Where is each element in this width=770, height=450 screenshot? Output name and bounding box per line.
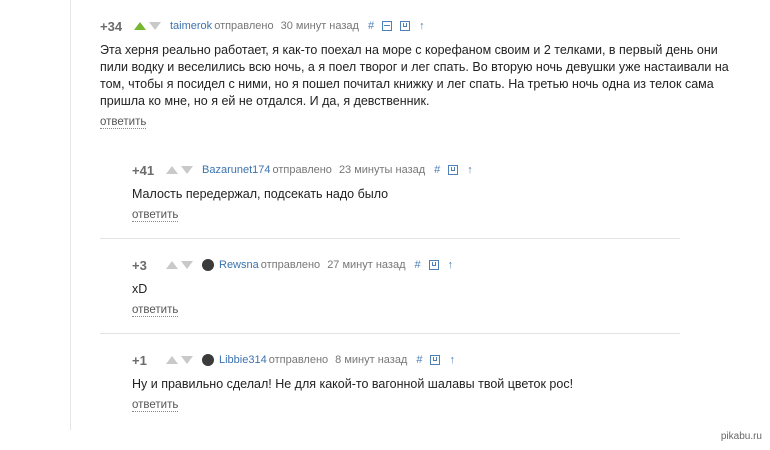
author-link[interactable]: Libbie314: [219, 354, 267, 366]
parent-arrow-icon[interactable]: ↑: [448, 259, 454, 271]
watermark: pikabu.ru: [720, 431, 762, 442]
avatar: [202, 259, 214, 271]
author-link[interactable]: Rewsna: [219, 259, 259, 271]
save-icon[interactable]: [448, 165, 459, 175]
comment-time: 27 минут назад: [327, 259, 406, 271]
comment-meta: +34 taimerok отправлено 30 минут назад #…: [100, 18, 740, 34]
downvote-icon[interactable]: [181, 166, 193, 174]
comment-time: 23 минуты назад: [338, 164, 426, 176]
reply-link[interactable]: ответить: [100, 116, 147, 129]
save-icon[interactable]: [428, 260, 439, 270]
reply-link[interactable]: ответить: [132, 209, 179, 222]
upvote-icon[interactable]: [166, 166, 178, 174]
author-link[interactable]: taimerok: [170, 20, 212, 32]
sent-label: отправлено: [268, 354, 329, 366]
reply-link[interactable]: ответить: [132, 304, 179, 317]
comment-time: 8 минут назад: [335, 354, 408, 366]
downvote-icon[interactable]: [181, 261, 193, 269]
upvote-icon[interactable]: [166, 261, 178, 269]
comment-text: xD: [132, 282, 148, 296]
downvote-icon[interactable]: [181, 356, 193, 364]
permalink-icon[interactable]: #: [368, 20, 374, 32]
comment-4: +1 Libbie314 отправлено 8 минут назад # …: [132, 352, 732, 413]
comment-rating: +1: [132, 352, 147, 368]
upvote-icon[interactable]: [166, 356, 178, 364]
comment-rating: +3: [132, 257, 147, 273]
parent-arrow-icon[interactable]: ↑: [467, 164, 473, 176]
comment-meta: +41 Bazarunet174 отправлено 23 минуты на…: [132, 162, 732, 178]
comment-1: +34 taimerok отправлено 30 минут назад #…: [100, 18, 740, 130]
permalink-icon[interactable]: #: [416, 354, 422, 366]
author-link[interactable]: Bazarunet174: [202, 164, 271, 176]
comment-rating: +34: [100, 18, 123, 34]
comment-time: 30 минут назад: [280, 20, 359, 32]
comment-text: Эта херня реально работает, я как-то пое…: [100, 43, 729, 108]
comment-2: +41 Bazarunet174 отправлено 23 минуты на…: [132, 162, 732, 223]
collapse-icon[interactable]: [382, 21, 393, 31]
parent-arrow-icon[interactable]: ↑: [419, 20, 425, 32]
sent-label: отправлено: [214, 20, 274, 32]
comment-text: Ну и правильно сделал! Не для какой-то в…: [132, 377, 574, 391]
comment-text: Малость передержал, подсекать надо было: [132, 187, 389, 201]
reply-link[interactable]: ответить: [132, 399, 179, 412]
downvote-icon[interactable]: [149, 22, 161, 30]
save-icon[interactable]: [430, 355, 441, 365]
permalink-icon[interactable]: #: [415, 259, 421, 271]
comment-separator: [100, 238, 680, 239]
comment-3: +3 Rewsna отправлено 27 минут назад # ↑ …: [132, 257, 732, 318]
upvote-icon[interactable]: [134, 22, 146, 30]
permalink-icon[interactable]: #: [434, 164, 440, 176]
sent-label: отправлено: [260, 259, 321, 271]
parent-arrow-icon[interactable]: ↑: [449, 354, 455, 366]
comment-separator: [100, 333, 680, 334]
left-divider: [70, 0, 71, 430]
sent-label: отправлено: [272, 164, 332, 176]
comment-meta: +3 Rewsna отправлено 27 минут назад # ↑: [132, 257, 732, 273]
comment-rating: +41: [132, 162, 155, 178]
save-icon[interactable]: [400, 21, 411, 31]
avatar: [202, 354, 214, 366]
comment-meta: +1 Libbie314 отправлено 8 минут назад # …: [132, 352, 732, 368]
